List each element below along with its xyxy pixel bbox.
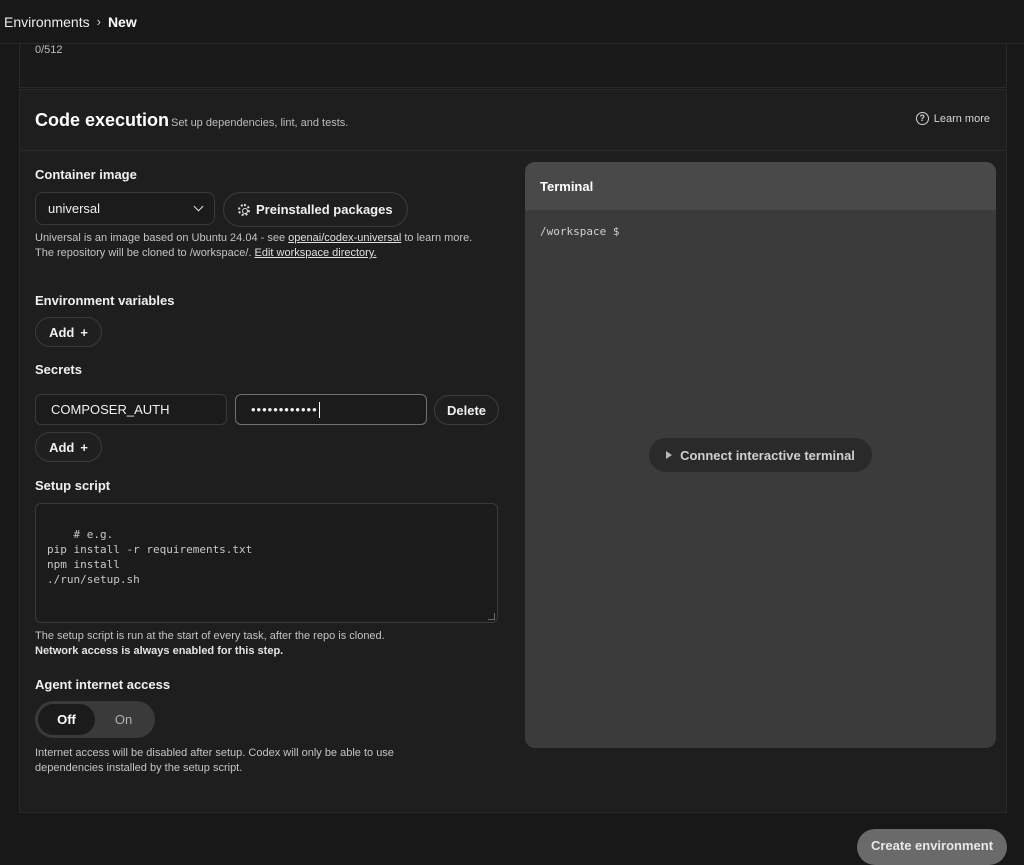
add-secret-label: Add: [49, 439, 75, 455]
toggle-off-option[interactable]: Off: [38, 704, 95, 735]
section-title: Code execution: [35, 110, 170, 130]
setup-script-help-line1: The setup script is run at the start of …: [35, 630, 385, 642]
delete-secret-label: Delete: [446, 402, 487, 418]
breadcrumb-environments-link[interactable]: Environments: [4, 14, 90, 30]
add-env-var-button[interactable]: Add +: [35, 317, 102, 347]
toggle-on-option[interactable]: On: [95, 704, 152, 735]
container-image-label: Container image: [35, 167, 137, 182]
container-image-help: Universal is an image based on Ubuntu 24…: [35, 231, 495, 261]
chevron-down-icon: [193, 201, 204, 212]
add-env-var-label: Add: [49, 324, 75, 340]
terminal-panel: Terminal /workspace $ Connect interactiv…: [525, 162, 996, 748]
codex-universal-link[interactable]: openai/codex-universal: [288, 232, 401, 244]
terminal-title: Terminal: [540, 178, 594, 194]
section-header: Code execution Set up dependencies, lint…: [20, 90, 1006, 151]
help-circle-icon: ?: [915, 112, 929, 125]
secret-name-value: COMPOSER_AUTH: [51, 402, 170, 417]
internet-access-toggle[interactable]: Off On: [35, 701, 155, 738]
secret-value-masked: ••••••••••••: [251, 402, 318, 417]
agent-internet-label: Agent internet access: [35, 677, 171, 692]
breadcrumb-current: New: [107, 13, 137, 30]
preinstalled-packages-button[interactable]: Preinstalled packages: [223, 192, 408, 227]
setup-script-help: The setup script is run at the start of …: [35, 629, 495, 659]
container-image-select[interactable]: universal: [35, 192, 215, 225]
learn-more-link[interactable]: ? Learn more: [915, 112, 990, 125]
container-image-value: universal: [48, 201, 101, 216]
preinstalled-packages-label: Preinstalled packages: [256, 202, 393, 217]
setup-script-placeholder: # e.g. pip install -r requirements.txt n…: [47, 528, 253, 586]
text-caret: [318, 401, 320, 418]
previous-section-card: 0/512: [19, 44, 1007, 88]
env-vars-label: Environment variables: [35, 293, 175, 308]
play-icon: [666, 451, 673, 459]
create-environment-button[interactable]: Create environment: [857, 829, 1007, 865]
terminal-header: Terminal: [525, 162, 996, 210]
setup-script-help-line2: Network access is always enabled for thi…: [35, 645, 284, 657]
section-subtitle: Set up dependencies, lint, and tests.: [171, 117, 349, 129]
agent-internet-help-line2: dependencies installed by the setup scri…: [35, 762, 243, 774]
clone-path-text: The repository will be cloned to /worksp…: [35, 247, 252, 259]
resize-handle-icon[interactable]: [488, 613, 495, 620]
connect-terminal-label: Connect interactive terminal: [680, 447, 855, 463]
plus-icon: +: [80, 324, 88, 340]
learn-more-label: Learn more: [933, 112, 990, 125]
edit-workspace-directory-link[interactable]: Edit workspace directory.: [255, 247, 377, 259]
secret-value-input[interactable]: ••••••••••••: [235, 394, 427, 425]
terminal-prompt: /workspace $: [540, 225, 620, 238]
plus-icon: +: [80, 439, 88, 455]
gear-icon: [238, 203, 250, 216]
add-secret-button[interactable]: Add +: [35, 432, 102, 462]
breadcrumb-separator-icon: ›: [96, 14, 101, 29]
setup-script-textarea[interactable]: # e.g. pip install -r requirements.txt n…: [35, 503, 498, 623]
secrets-label: Secrets: [35, 362, 82, 377]
char-counter: 0/512: [35, 44, 63, 56]
breadcrumb: Environments › New: [0, 0, 1024, 44]
secret-name-input[interactable]: COMPOSER_AUTH: [35, 394, 227, 425]
container-image-help-text: Universal is an image based on Ubuntu 24…: [35, 232, 286, 244]
agent-internet-help: Internet access will be disabled after s…: [35, 746, 495, 776]
code-execution-section: Code execution Set up dependencies, lint…: [19, 89, 1007, 813]
setup-script-label: Setup script: [35, 478, 111, 493]
create-environment-label: Create environment: [870, 837, 994, 853]
connect-terminal-button[interactable]: Connect interactive terminal: [649, 438, 872, 472]
delete-secret-button[interactable]: Delete: [434, 395, 499, 425]
agent-internet-help-line1: Internet access will be disabled after s…: [35, 747, 394, 759]
container-image-help-suffix: to learn more.: [404, 232, 473, 244]
